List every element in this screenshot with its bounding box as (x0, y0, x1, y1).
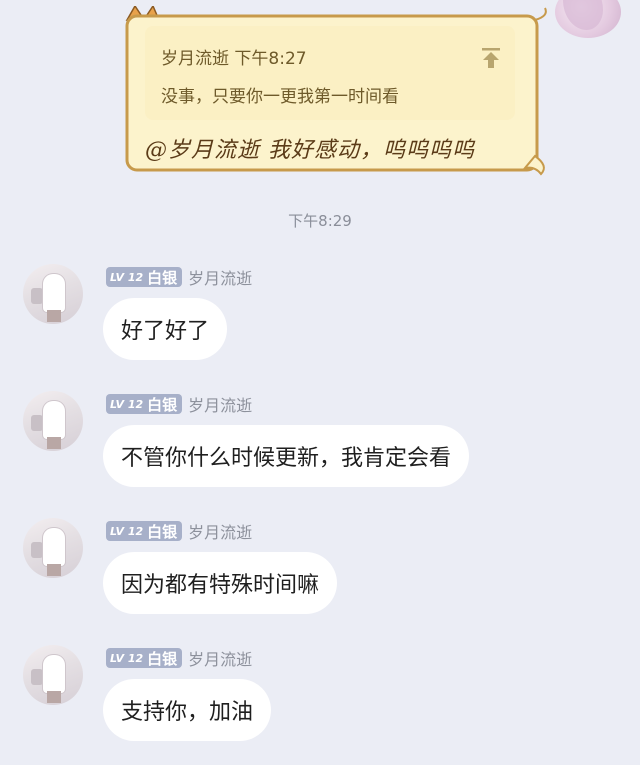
chat-message: LV 12 白银 岁月流逝 不管你什么时候更新，我肯定会看 (0, 391, 640, 511)
level-badge: LV 12 白银 (106, 521, 183, 541)
rank-title: 白银 (147, 395, 178, 414)
level-label: LV 12 (110, 524, 144, 538)
pin-to-top-icon[interactable] (479, 46, 503, 70)
chat-message: LV 12 白银 岁月流逝 因为都有特殊时间嘛 (0, 518, 640, 638)
chat-message: LV 12 白银 岁月流逝 支持你，加油 (0, 645, 640, 765)
quoted-message-meta: 岁月流逝 下午8:27 (161, 49, 307, 69)
level-badge: LV 12 白银 (106, 394, 183, 414)
level-badge: LV 12 白银 (106, 648, 183, 668)
sender-row: LV 12 白银 岁月流逝 (106, 266, 252, 288)
sender-name[interactable]: 岁月流逝 (188, 646, 252, 670)
time-divider: 下午8:29 (288, 212, 352, 230)
sender-row: LV 12 白银 岁月流逝 (106, 393, 252, 415)
avatar[interactable] (23, 264, 83, 324)
card-caption: @岁月流逝 我好感动，呜呜呜呜 (145, 138, 475, 163)
message-bubble[interactable]: 支持你，加油 (103, 679, 272, 741)
sender-name[interactable]: 岁月流逝 (188, 392, 252, 416)
sender-row: LV 12 白银 岁月流逝 (106, 520, 252, 542)
sender-name[interactable]: 岁月流逝 (188, 519, 252, 543)
message-bubble[interactable]: 不管你什么时候更新，我肯定会看 (103, 425, 470, 487)
chat-message: LV 12 白银 岁月流逝 好了好了 (0, 264, 640, 384)
message-bubble[interactable]: 好了好了 (103, 298, 228, 360)
avatar[interactable] (23, 391, 83, 451)
quoted-message-box: 岁月流逝 下午8:27 没事，只要你一更我第一时间看 (145, 26, 515, 120)
message-bubble[interactable]: 因为都有特殊时间嘛 (103, 552, 338, 614)
level-label: LV 12 (110, 397, 144, 411)
rank-title: 白银 (147, 522, 178, 541)
level-badge: LV 12 白银 (106, 267, 183, 287)
rank-title: 白银 (147, 649, 178, 668)
avatar[interactable] (23, 518, 83, 578)
rank-title: 白银 (147, 268, 178, 287)
self-avatar[interactable] (555, 0, 621, 38)
quoted-message-card[interactable]: 岁月流逝 下午8:27 没事，只要你一更我第一时间看 @岁月流逝 我好感动，呜呜… (121, 6, 551, 182)
level-label: LV 12 (110, 651, 144, 665)
quoted-message-text: 没事，只要你一更我第一时间看 (161, 87, 399, 107)
avatar[interactable] (23, 645, 83, 705)
sender-row: LV 12 白银 岁月流逝 (106, 647, 252, 669)
sender-name[interactable]: 岁月流逝 (188, 265, 252, 289)
level-label: LV 12 (110, 270, 144, 284)
